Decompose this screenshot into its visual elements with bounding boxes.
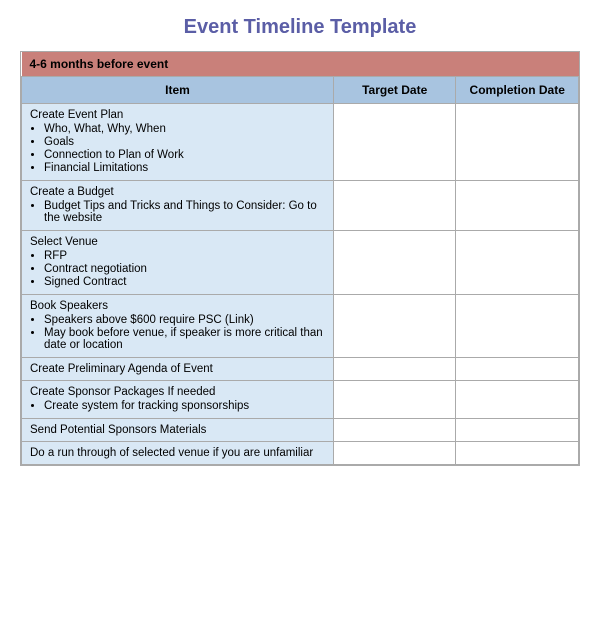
target-date-cell	[333, 442, 456, 465]
list-item: Goals	[44, 136, 325, 148]
item-bullets: RFPContract negotiationSigned Contract	[44, 250, 325, 288]
target-date-cell	[333, 181, 456, 231]
column-header-row: Item Target Date Completion Date	[22, 77, 579, 104]
item-bullets: Who, What, Why, WhenGoalsConnection to P…	[44, 123, 325, 174]
item-cell: Do a run through of selected venue if yo…	[22, 442, 334, 465]
completion-date-cell	[456, 381, 579, 419]
table-row: Create Event Plan Who, What, Why, WhenGoa…	[22, 104, 579, 181]
table-row: Select Venue RFPContract negotiationSigne…	[22, 231, 579, 295]
item-title: Send Potential Sponsors Materials	[30, 424, 206, 436]
list-item: Financial Limitations	[44, 162, 325, 174]
list-item: Signed Contract	[44, 276, 325, 288]
completion-date-cell	[456, 231, 579, 295]
item-bullets: Budget Tips and Tricks and Things to Con…	[44, 200, 325, 224]
list-item: Budget Tips and Tricks and Things to Con…	[44, 200, 325, 224]
item-cell: Create Preliminary Agenda of Event	[22, 358, 334, 381]
item-cell: Create a Budget Budget Tips and Tricks an…	[22, 181, 334, 231]
header-target-date: Target Date	[333, 77, 456, 104]
header-item: Item	[22, 77, 334, 104]
table-row: Create a Budget Budget Tips and Tricks an…	[22, 181, 579, 231]
header-completion-date: Completion Date	[456, 77, 579, 104]
target-date-cell	[333, 419, 456, 442]
target-date-cell	[333, 104, 456, 181]
section-label: 4-6 months before event	[22, 52, 579, 77]
completion-date-cell	[456, 181, 579, 231]
item-bullets: Speakers above $600 require PSC (Link)Ma…	[44, 314, 325, 351]
table-row: Send Potential Sponsors Materials	[22, 419, 579, 442]
list-item: Create system for tracking sponsorships	[44, 400, 325, 412]
list-item: Contract negotiation	[44, 263, 325, 275]
timeline-table: 4-6 months before event Item Target Date…	[21, 52, 579, 465]
item-title: Create Sponsor Packages If needed	[30, 386, 215, 398]
target-date-cell	[333, 358, 456, 381]
item-bullets: Create system for tracking sponsorships	[44, 400, 325, 412]
item-cell: Book Speakers Speakers above $600 require…	[22, 295, 334, 358]
list-item: RFP	[44, 250, 325, 262]
item-title: Select Venue	[30, 236, 98, 248]
list-item: Who, What, Why, When	[44, 123, 325, 135]
completion-date-cell	[456, 419, 579, 442]
item-title: Book Speakers	[30, 300, 108, 312]
completion-date-cell	[456, 442, 579, 465]
section-header-row: 4-6 months before event	[22, 52, 579, 77]
completion-date-cell	[456, 295, 579, 358]
target-date-cell	[333, 295, 456, 358]
target-date-cell	[333, 381, 456, 419]
completion-date-cell	[456, 104, 579, 181]
list-item: May book before venue, if speaker is mor…	[44, 327, 325, 351]
item-cell: Create Sponsor Packages If needed Create …	[22, 381, 334, 419]
item-title: Create Event Plan	[30, 109, 123, 121]
completion-date-cell	[456, 358, 579, 381]
list-item: Connection to Plan of Work	[44, 149, 325, 161]
item-cell: Send Potential Sponsors Materials	[22, 419, 334, 442]
item-title: Create a Budget	[30, 186, 114, 198]
page-title: Event Timeline Template	[20, 16, 580, 39]
item-title: Do a run through of selected venue if yo…	[30, 447, 313, 459]
table-row: Create Preliminary Agenda of Event	[22, 358, 579, 381]
item-title: Create Preliminary Agenda of Event	[30, 363, 213, 375]
table-row: Do a run through of selected venue if yo…	[22, 442, 579, 465]
table-row: Create Sponsor Packages If needed Create …	[22, 381, 579, 419]
item-cell: Create Event Plan Who, What, Why, WhenGoa…	[22, 104, 334, 181]
item-cell: Select Venue RFPContract negotiationSigne…	[22, 231, 334, 295]
page: Event Timeline Template 4-6 months befor…	[0, 0, 600, 486]
timeline-table-wrapper: 4-6 months before event Item Target Date…	[20, 51, 580, 466]
target-date-cell	[333, 231, 456, 295]
table-row: Book Speakers Speakers above $600 require…	[22, 295, 579, 358]
list-item: Speakers above $600 require PSC (Link)	[44, 314, 325, 326]
